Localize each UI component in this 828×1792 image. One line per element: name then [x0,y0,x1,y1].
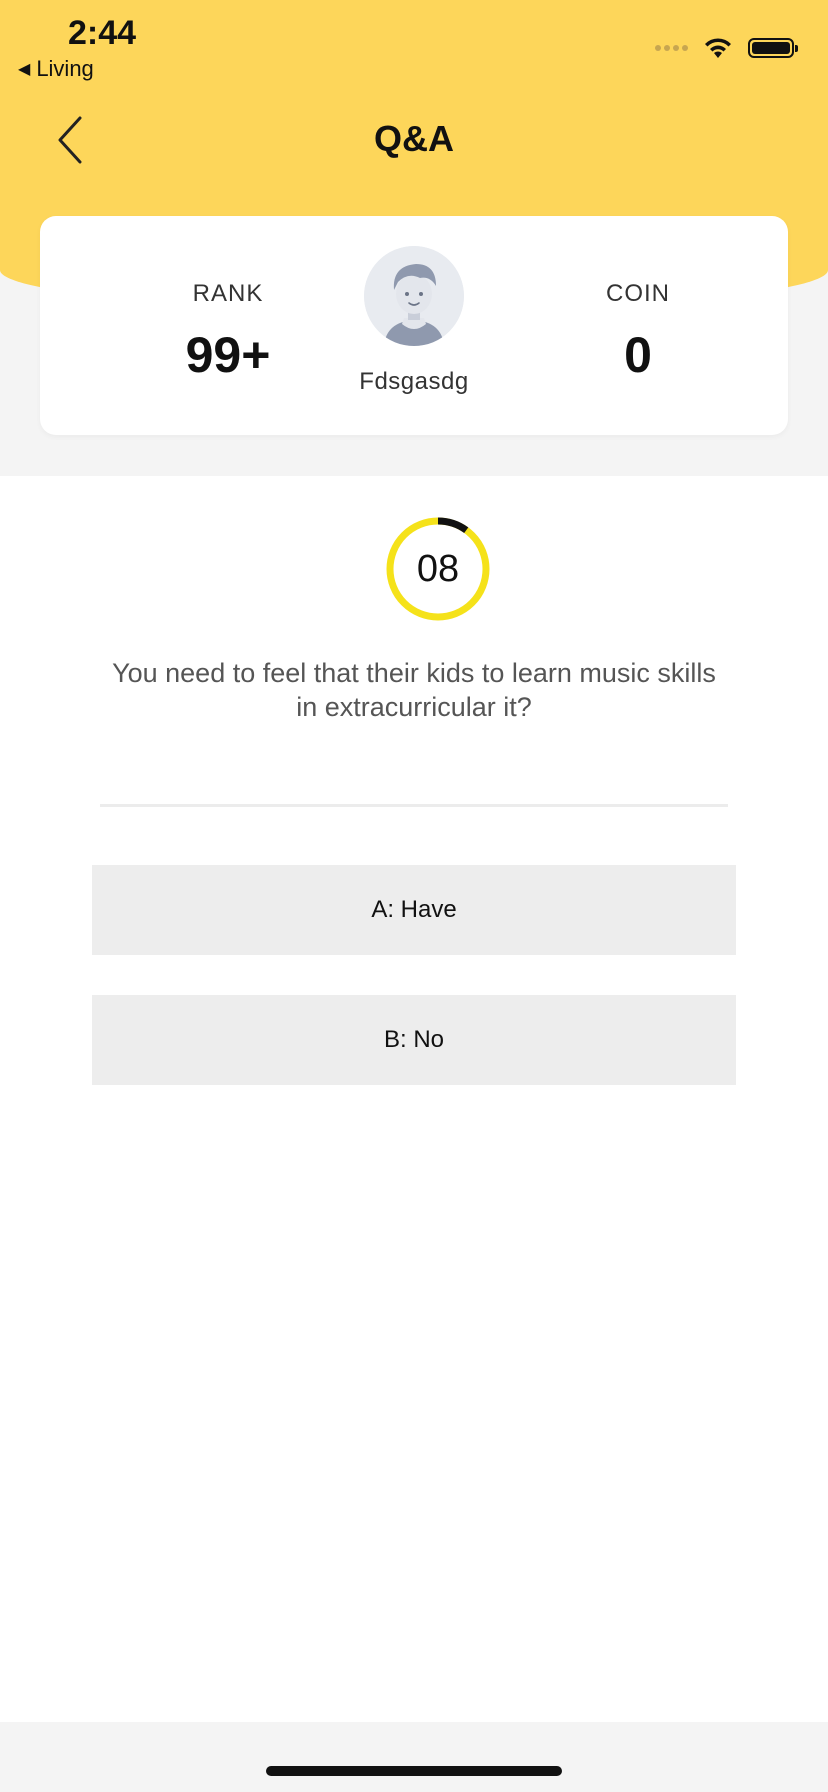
coin-stat: COIN 0 [538,280,738,384]
rank-label: RANK [192,280,264,307]
answer-option-a[interactable]: A: Have [92,865,736,955]
battery-icon [748,38,798,58]
coin-label: COIN [606,280,670,307]
countdown-timer: 08 [385,516,491,622]
cellular-signal-icon [655,45,688,51]
profile-card: RANK 99+ Fdsgasdg COIN 0 [40,216,788,435]
status-back-label: Living [36,56,94,81]
page-title: Q&A [374,118,454,159]
username: Fdsgasdg [359,368,469,395]
answer-option-b[interactable]: B: No [92,995,736,1085]
status-indicators [655,36,798,60]
rank-stat: RANK 99+ [128,280,328,384]
avatar[interactable] [364,246,464,346]
status-time: 2:44 [68,14,137,52]
wifi-icon [705,38,731,58]
coin-value: 0 [624,327,652,383]
back-triangle-icon: ◀ [18,61,31,78]
timer-value: 08 [416,548,460,590]
user-avatar-icon [364,246,464,346]
avatar-container [364,246,464,346]
status-back-to-app[interactable]: ◀ Living [18,56,94,82]
question-text: You need to feel that their kids to lear… [112,658,716,722]
rank-value: 99+ [185,327,271,383]
home-indicator[interactable] [266,1766,562,1776]
divider [100,804,728,807]
bottom-safe-area [0,1722,828,1792]
